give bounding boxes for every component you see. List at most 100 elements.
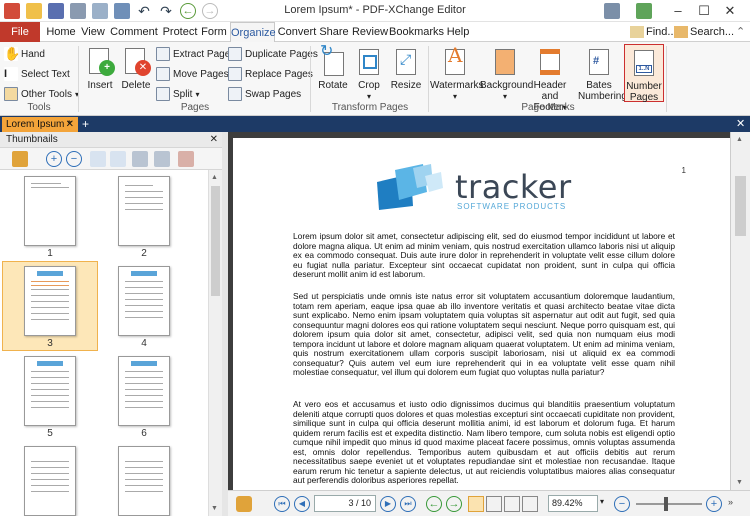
tab-comment[interactable]: Comment (108, 22, 160, 42)
zoom-dropdown-icon[interactable]: ▾ (600, 497, 604, 506)
tab-help[interactable]: Help (443, 22, 473, 42)
tab-view[interactable]: View (78, 22, 108, 42)
page-number-input[interactable]: 3 / 10 (314, 495, 376, 512)
chevron-down-icon: ▾ (195, 89, 200, 99)
find-button[interactable]: Find... (630, 24, 677, 40)
insert-pages-icon[interactable] (154, 151, 170, 167)
close-document-icon[interactable]: ✕ (736, 116, 745, 132)
document-tab[interactable]: Lorem Ipsum * ✕ (2, 117, 78, 132)
thumbnail-page-7[interactable] (24, 446, 76, 516)
scroll-down-icon[interactable]: ▼ (736, 479, 743, 486)
thumbnail-page-8[interactable] (118, 446, 170, 516)
thumbnail-page-1[interactable] (24, 176, 76, 246)
thumbnail-label: 3 (47, 338, 53, 349)
minimize-button[interactable]: – (668, 2, 688, 20)
bates-numbering-button[interactable]: # Bates Numbering▾ (578, 46, 631, 102)
next-page-icon[interactable]: ▶ (380, 496, 396, 512)
duplicate-pages-button[interactable]: Duplicate Pages (228, 45, 318, 63)
close-panel-icon[interactable]: ✕ (210, 132, 218, 148)
thumbnails-toolbar: + − (0, 148, 222, 170)
scroll-thumb[interactable] (735, 176, 746, 236)
ribbon-collapse-icon[interactable]: ⌃ (736, 24, 745, 40)
options-icon[interactable] (12, 151, 28, 167)
paragraph-3: At vero eos et accusamus et iusto odio d… (293, 399, 675, 485)
close-tab-icon[interactable]: ✕ (66, 117, 74, 132)
bates-label-2-row: Numbering▾ (578, 91, 631, 102)
rotate-left-icon[interactable] (90, 151, 106, 167)
tab-form[interactable]: Form (200, 22, 228, 42)
move-pages-button[interactable]: Move Pages (156, 65, 229, 83)
thumbnail-page-5[interactable] (24, 356, 76, 426)
facing-continuous-icon[interactable] (522, 496, 538, 512)
thumbnails-scrollbar[interactable]: ▲ ▼ (208, 170, 222, 516)
watermarks-button[interactable]: A Watermarks ▾ (430, 45, 484, 102)
select-text-button[interactable]: I Select Text (4, 65, 70, 83)
extract-pages-button[interactable]: Extract Pages (156, 45, 235, 63)
tools-icon (4, 87, 18, 101)
swap-pages-label: Swap Pages (245, 88, 302, 100)
tab-file[interactable]: File (0, 22, 40, 42)
zoom-in-icon[interactable]: + (706, 496, 722, 512)
tab-home[interactable]: Home (44, 22, 78, 42)
number-pages-button[interactable]: 1..N Number Pages (624, 44, 664, 103)
tab-review[interactable]: Review (351, 22, 389, 42)
new-tab-icon[interactable]: + (82, 116, 89, 132)
delete-pages-icon[interactable] (178, 151, 194, 167)
fullscreen-icon[interactable] (636, 3, 652, 19)
last-page-icon[interactable]: ⏭ (400, 496, 416, 512)
scroll-down-icon[interactable]: ▼ (211, 505, 218, 512)
maximize-button[interactable]: ☐ (694, 2, 714, 20)
forward-view-icon[interactable]: → (446, 496, 462, 512)
rotate-button[interactable]: ↻ Rotate (314, 44, 352, 92)
find-icon (630, 26, 644, 39)
thumbnail-page-2[interactable] (118, 176, 170, 246)
close-button[interactable]: ✕ (720, 2, 740, 20)
hand-tool-button[interactable]: ✋ Hand (4, 45, 45, 63)
duplicate-pages-icon (228, 47, 242, 61)
first-page-icon[interactable]: ⏮ (274, 496, 290, 512)
document-scrollbar[interactable]: ▲ ▼ (730, 132, 750, 490)
tab-organize[interactable]: Organize (230, 22, 276, 42)
crop-button[interactable]: Crop ▾ (352, 46, 386, 102)
document-tab-bar: Lorem Ipsum * ✕ + ✕ (0, 116, 750, 132)
overflow-chevron-icon[interactable]: » (728, 497, 733, 507)
tab-protect[interactable]: Protect (160, 22, 200, 42)
chevron-down-icon: ▾ (502, 92, 507, 101)
zoom-in-icon[interactable]: + (46, 151, 62, 167)
tab-bookmarks[interactable]: Bookmarks (389, 22, 444, 42)
rotate-right-icon[interactable] (110, 151, 126, 167)
zoom-level-input[interactable]: 89.42% (548, 495, 598, 512)
zoom-slider-thumb[interactable] (664, 497, 668, 511)
options-icon[interactable] (236, 496, 252, 512)
thumbnail-page-4[interactable] (118, 266, 170, 336)
previous-page-icon[interactable]: ◀ (294, 496, 310, 512)
print-pages-icon[interactable] (132, 151, 148, 167)
facing-pages-icon[interactable] (504, 496, 520, 512)
split-button[interactable]: Split ▾ (156, 85, 199, 103)
insert-button[interactable]: + Insert (82, 46, 118, 91)
thumbnail-page-6[interactable] (118, 356, 170, 426)
scroll-thumb[interactable] (211, 186, 220, 296)
delete-button[interactable]: ✕ Delete (118, 46, 154, 91)
search-button[interactable]: Search... (674, 24, 734, 40)
zoom-out-icon[interactable]: − (614, 496, 630, 512)
resize-button[interactable]: ⤢ Resize (388, 46, 424, 91)
continuous-page-icon[interactable] (486, 496, 502, 512)
swap-pages-button[interactable]: Swap Pages (228, 85, 301, 103)
background-button[interactable]: Background ▾ (480, 46, 533, 102)
tab-share[interactable]: Share (317, 22, 351, 42)
tab-convert[interactable]: Convert (277, 22, 317, 42)
transform-group-label: Transform Pages (331, 102, 409, 113)
back-view-icon[interactable]: ← (426, 496, 442, 512)
scroll-up-icon[interactable]: ▲ (736, 136, 743, 143)
zoom-slider-track[interactable] (636, 503, 702, 505)
thumbnail-page-3[interactable] (24, 266, 76, 336)
other-tools-button[interactable]: Other Tools ▾ (4, 85, 79, 103)
settings-icon[interactable] (604, 3, 620, 19)
replace-pages-button[interactable]: Replace Pages (228, 65, 313, 83)
zoom-out-icon[interactable]: − (66, 151, 82, 167)
scroll-up-icon[interactable]: ▲ (211, 174, 218, 181)
crop-label: Crop (358, 80, 380, 91)
group-divider (428, 46, 429, 112)
single-page-icon[interactable] (468, 496, 484, 512)
